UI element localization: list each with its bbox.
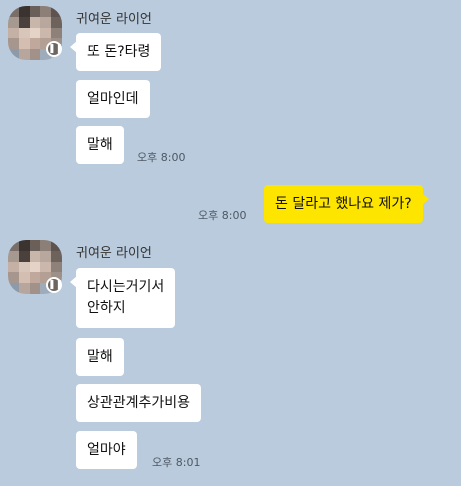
message-time: 오후 8:00 (137, 151, 186, 164)
message-bubble[interactable]: 말해 (76, 126, 124, 164)
message-time: 오후 8:01 (152, 456, 201, 469)
sender-name: 귀여운 라이언 (76, 12, 152, 27)
my-message-bubble[interactable]: 돈 달라고 했나요 제가? (264, 185, 429, 223)
message-bubble[interactable]: 또 돈?타령 (69, 33, 162, 71)
message-line: 안하지 (87, 300, 126, 316)
message-time: 오후 8:00 (198, 209, 247, 222)
message-bubble[interactable]: 말해 (76, 338, 124, 376)
message-line: 다시는거기서 (87, 279, 165, 295)
status-badge-icon: ❚❚ (46, 277, 63, 293)
message-bubble[interactable]: 얼마야 (76, 431, 137, 469)
status-badge-icon: ❚❚ (46, 41, 63, 57)
message-bubble[interactable]: 얼마인데 (76, 80, 150, 118)
sender-name: 귀여운 라이언 (76, 246, 152, 261)
message-bubble[interactable]: 상관관계추가비용 (76, 384, 202, 422)
message-bubble[interactable]: 다시는거기서 안하지 (69, 268, 176, 328)
